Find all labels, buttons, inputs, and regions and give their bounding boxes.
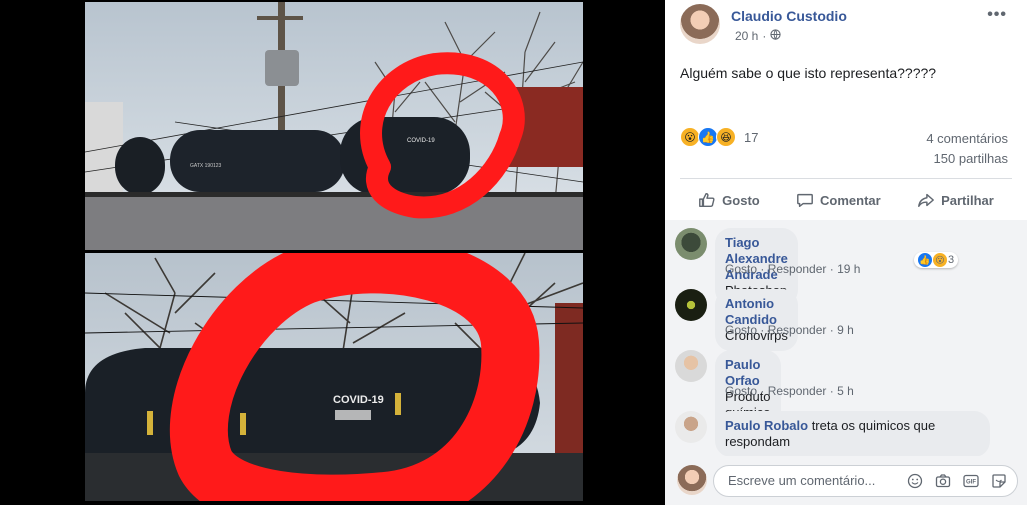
comment-like-link[interactable]: Gosto — [725, 262, 757, 276]
comment-reply-link[interactable]: Responder — [768, 262, 827, 276]
photo-viewer: COVID-19 GATX 190123 COVID-19 — [0, 0, 664, 505]
share-label: Partilhar — [941, 192, 994, 208]
post-text: Alguém sabe o que isto representa????? — [680, 65, 937, 81]
comment-time[interactable]: 9 h — [837, 323, 854, 337]
comment-avatar[interactable] — [675, 289, 707, 321]
camera-icon[interactable] — [933, 471, 953, 491]
more-icon[interactable]: ••• — [987, 6, 1007, 24]
reaction-count: 17 — [744, 129, 759, 145]
author-avatar[interactable] — [680, 4, 720, 44]
share-icon — [918, 193, 934, 208]
comment-like-link[interactable]: Gosto — [725, 323, 757, 337]
like-label: Gosto — [722, 192, 760, 208]
photo-top[interactable]: COVID-19 GATX 190123 — [85, 2, 583, 250]
comment-author[interactable]: Paulo Robalo — [725, 418, 808, 433]
comment-time[interactable]: 19 h — [837, 262, 860, 276]
tank-label-bottom: COVID-19 — [333, 394, 384, 406]
wow-reaction-icon: 😮 — [680, 127, 700, 147]
globe-icon — [770, 29, 781, 43]
like-reaction-icon: 👍 — [918, 253, 932, 267]
post-panel: Claudio Custodio 20 h · ••• Alguém sabe … — [665, 0, 1027, 505]
comment-reply-link[interactable]: Responder — [768, 323, 827, 337]
train-photo-top: COVID-19 GATX 190123 — [85, 2, 583, 250]
composer-avatar — [677, 465, 707, 495]
car-mark: GATX 190123 — [190, 163, 222, 169]
comment-input-box[interactable]: GIF — [713, 465, 1018, 497]
like-icon — [699, 192, 715, 208]
post-author[interactable]: Claudio Custodio — [731, 8, 847, 24]
share-button[interactable]: Partilhar — [917, 191, 994, 209]
gif-icon[interactable]: GIF — [961, 471, 981, 491]
comment-avatar[interactable] — [675, 228, 707, 260]
comment-time[interactable]: 5 h — [837, 384, 854, 398]
comment-like-link[interactable]: Gosto — [725, 384, 757, 398]
composer-icons: GIF — [905, 471, 1009, 491]
shares-count[interactable]: 150 partilhas — [934, 151, 1008, 166]
emoji-icon[interactable] — [905, 471, 925, 491]
comment-avatar[interactable] — [675, 411, 707, 443]
comment-input[interactable] — [726, 472, 900, 489]
gif-label: GIF — [966, 480, 976, 486]
comment-actions: Gosto · Responder · 19 h — [725, 262, 861, 276]
comment-label: Comentar — [820, 192, 881, 208]
train-photo-bottom: COVID-19 — [85, 253, 583, 501]
sticker-icon[interactable] — [989, 471, 1009, 491]
comment-composer: GIF — [665, 456, 1027, 505]
photo-bottom[interactable]: COVID-19 — [85, 253, 583, 501]
comment-actions: Gosto · Responder · 9 h — [725, 323, 854, 337]
post-meta: 20 h · — [735, 29, 781, 43]
like-reaction-icon: 👍 — [698, 127, 718, 147]
divider — [680, 178, 1012, 179]
wow-reaction-icon: 😮 — [933, 253, 947, 267]
haha-reaction-icon: 😆 — [716, 127, 736, 147]
comment-actions: Gosto · Responder · 5 h — [725, 384, 854, 398]
post-time[interactable]: 20 h — [735, 29, 758, 43]
comments-count[interactable]: 4 comentários — [926, 131, 1008, 146]
comment-avatar[interactable] — [675, 350, 707, 382]
like-button[interactable]: Gosto — [698, 191, 760, 209]
comment-bubble: Paulo Robalo treta os quimicos que respo… — [715, 411, 990, 457]
reaction-summary[interactable]: 😮 👍 😆 17 — [680, 127, 758, 147]
tank-label-top: COVID-19 — [407, 138, 435, 144]
comment-reaction-count: 3 — [948, 254, 955, 266]
meta-separator: · — [762, 29, 767, 43]
comment-bubble: Antonio Candido Cronovirps — [715, 289, 798, 351]
comment-reply-link[interactable]: Responder — [768, 384, 827, 398]
comment-icon — [797, 193, 813, 208]
comment-reactions[interactable]: 👍 😮 3 — [914, 252, 959, 268]
comment-button[interactable]: Comentar — [796, 191, 881, 209]
post-actions: Gosto Comentar Partilhar — [680, 188, 1012, 212]
